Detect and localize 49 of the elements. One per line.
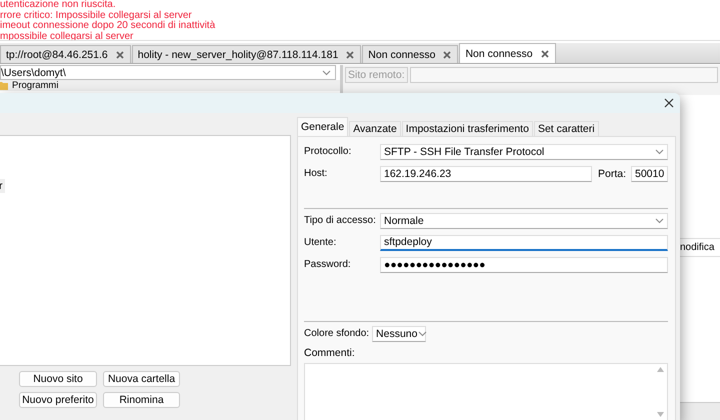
field-label: Porta: [598, 168, 626, 180]
dropdown-icon[interactable] [655, 148, 664, 154]
dropdown-field[interactable]: Nessuno [372, 326, 426, 342]
dialog-button[interactable]: Nuovo preferito [19, 392, 97, 408]
scroll-up-icon[interactable] [657, 367, 664, 372]
password-field[interactable]: ●●●●●●●●●●●●●●●● [380, 256, 668, 272]
dialog-button[interactable]: Nuovo sito [19, 371, 97, 387]
log-line: utenticazione non riuscita. [0, 0, 117, 10]
connection-tab[interactable]: Non connesso [459, 43, 556, 63]
user-field[interactable]: sftpdeploy [380, 234, 668, 250]
settings-tab[interactable]: Generale [297, 117, 348, 136]
tab-label: holity - new_server_holity@87.118.114.181 [138, 48, 338, 60]
settings-tab[interactable]: Impostazioni trasferimento [402, 121, 533, 136]
path-field[interactable]: \Users\domyt\ [0, 65, 336, 80]
connection-tab[interactable]: tp://root@84.46.251.6 [0, 45, 131, 63]
settings-tab[interactable]: Avanzate [349, 121, 401, 136]
dropdown-icon[interactable] [418, 330, 426, 336]
tree-item[interactable]: r [0, 179, 4, 193]
field-label: Colore sfondo: [304, 328, 370, 339]
field-label: Password: [304, 259, 352, 270]
field-label: Sito remoto: [345, 67, 408, 83]
connection-tab[interactable]: Non connesso [362, 45, 458, 63]
remote-path-field[interactable] [410, 67, 718, 83]
field-label: Protocollo: [304, 146, 352, 157]
tab-label: tp://root@84.46.251.6 [6, 48, 108, 60]
dialog-button[interactable]: Rinomina [103, 392, 180, 408]
connection-tab[interactable]: holity - new_server_holity@87.118.114.181 [132, 45, 362, 63]
dropdown-icon[interactable] [655, 218, 664, 224]
port-field[interactable]: 50010 [631, 166, 668, 182]
scroll-down-icon[interactable] [657, 412, 664, 417]
field-label: Tipo di accesso: [304, 215, 377, 226]
field-label: Commenti: [304, 347, 355, 359]
tab-label: Non connesso [465, 48, 533, 60]
tab-label: Non connesso [368, 48, 436, 60]
comments-field[interactable] [304, 363, 668, 420]
dropdown-field[interactable]: SFTP - SSH File Transfer Protocol [380, 144, 668, 160]
host-field[interactable]: 162.19.246.23 [380, 166, 592, 182]
column-header[interactable]: nodifica [680, 242, 714, 253]
field-label: Host: [304, 168, 328, 179]
close-icon[interactable] [664, 98, 674, 108]
folder-name[interactable]: Programmi [12, 80, 58, 91]
log-line: rrore critico: Impossibile collegarsi al server [0, 10, 193, 20]
field-label: Utente: [304, 237, 338, 248]
log-line: imeout connessione dopo 20 secondi di inattività [0, 21, 216, 32]
settings-tab[interactable]: Set caratteri [534, 121, 599, 136]
close-icon[interactable] [540, 50, 549, 58]
dialog-button[interactable]: Nuova cartella [103, 371, 180, 387]
dropdown-icon[interactable] [322, 70, 331, 76]
dropdown-field[interactable]: Normale [380, 212, 668, 228]
